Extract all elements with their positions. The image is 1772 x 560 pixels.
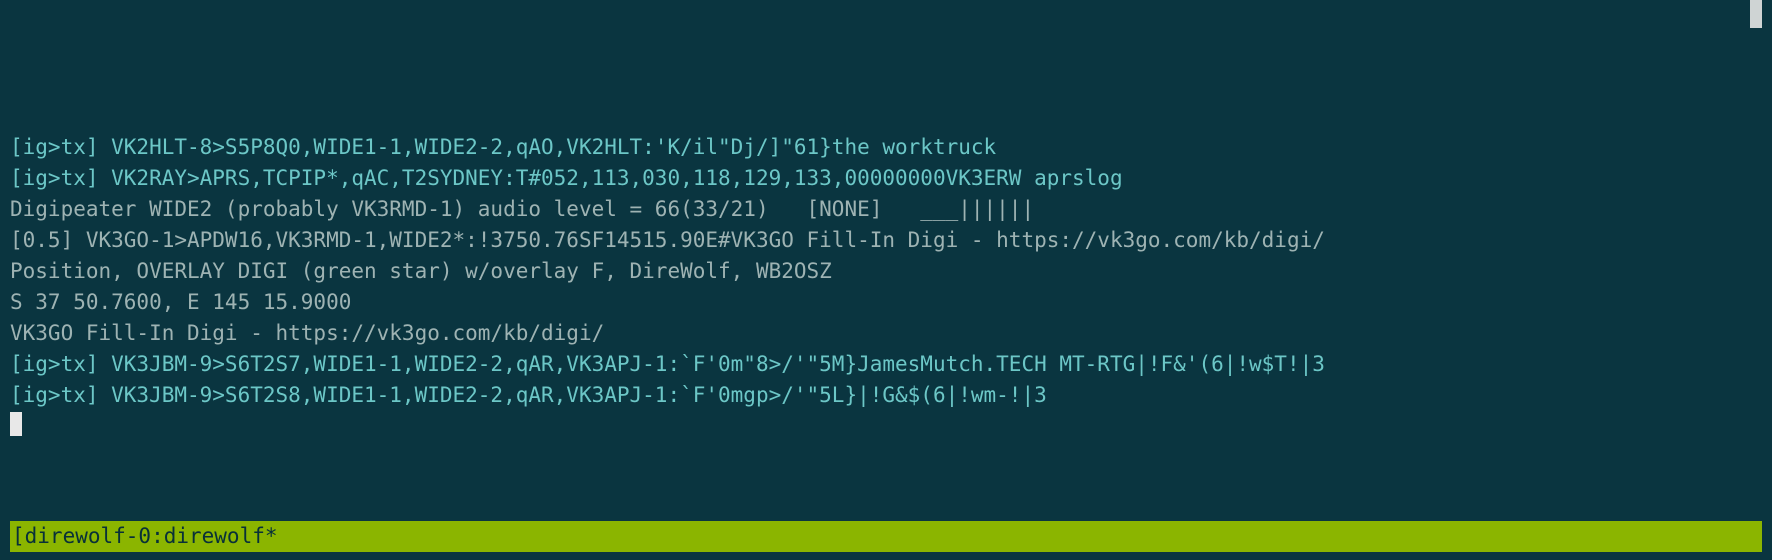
terminal-line: S 37 50.7600, E 145 15.9000 <box>10 287 1762 318</box>
terminal-line: [ig>tx] VK2HLT-8>S5P8Q0,WIDE1-1,WIDE2-2,… <box>10 132 1762 163</box>
terminal-line: Digipeater WIDE2 (probably VK3RMD-1) aud… <box>10 194 1762 225</box>
terminal-scrollback[interactable]: [ig>tx] VK2HLT-8>S5P8Q0,WIDE1-1,WIDE2-2,… <box>0 124 1772 442</box>
terminal-cursor-line <box>10 411 1762 442</box>
terminal-window[interactable]: [ig>tx] VK2HLT-8>S5P8Q0,WIDE1-1,WIDE2-2,… <box>0 0 1772 560</box>
terminal-line: VK3GO Fill-In Digi - https://vk3go.com/k… <box>10 318 1762 349</box>
tmux-statusbar[interactable]: [direwolf-0:direwolf* <box>10 521 1762 552</box>
scrollbar-indicator[interactable] <box>1750 0 1762 28</box>
terminal-line: Position, OVERLAY DIGI (green star) w/ov… <box>10 256 1762 287</box>
statusbar-fill <box>278 521 1760 552</box>
statusbar-text: [direwolf-0:direwolf* <box>12 521 278 552</box>
terminal-cursor <box>10 412 22 436</box>
terminal-line: [ig>tx] VK2RAY>APRS,TCPIP*,qAC,T2SYDNEY:… <box>10 163 1762 194</box>
terminal-line: [0.5] VK3GO-1>APDW16,VK3RMD-1,WIDE2*:!37… <box>10 225 1762 256</box>
terminal-line: [ig>tx] VK3JBM-9>S6T2S8,WIDE1-1,WIDE2-2,… <box>10 380 1762 411</box>
terminal-line: [ig>tx] VK3JBM-9>S6T2S7,WIDE1-1,WIDE2-2,… <box>10 349 1762 380</box>
